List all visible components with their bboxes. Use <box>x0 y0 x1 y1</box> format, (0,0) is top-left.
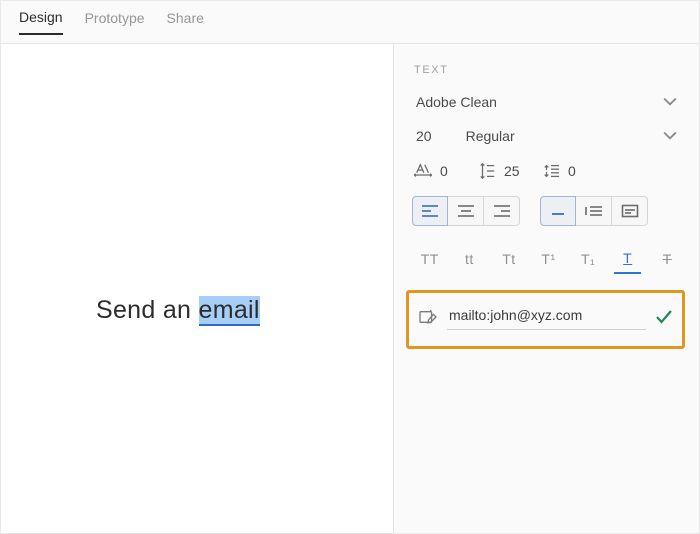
chevron-down-icon <box>663 95 677 109</box>
app-frame: Design Prototype Share Send an email TEX… <box>0 0 700 534</box>
check-icon[interactable] <box>656 310 672 324</box>
indent-button[interactable] <box>576 196 612 226</box>
top-tab-bar: Design Prototype Share <box>1 1 699 44</box>
chevron-down-icon <box>663 129 677 143</box>
spacing-row: 0 25 0 <box>408 158 687 196</box>
align-left-icon <box>421 204 439 218</box>
text-options-group <box>540 196 648 226</box>
line-height-icon <box>478 162 496 180</box>
paragraph-spacing-field[interactable]: 0 <box>542 162 590 180</box>
letter-spacing-field[interactable]: 0 <box>414 162 462 180</box>
tab-design[interactable]: Design <box>19 9 63 35</box>
line-height-value: 25 <box>504 163 526 179</box>
indent-icon <box>585 204 603 218</box>
tab-prototype[interactable]: Prototype <box>85 10 145 34</box>
paragraph-spacing-value: 0 <box>568 163 590 179</box>
inspector-sidebar: TEXT Adobe Clean 20 Regular 0 <box>393 44 699 533</box>
uppercase-button[interactable]: TT <box>416 245 444 273</box>
underline-button[interactable]: T <box>614 244 642 274</box>
strikethrough-button[interactable]: T <box>653 245 681 273</box>
frame-icon <box>621 204 639 218</box>
hyperlink-input[interactable] <box>447 303 646 330</box>
alignment-row <box>408 196 687 240</box>
paragraph-spacing-icon <box>542 162 560 180</box>
lowercase-button[interactable]: tt <box>456 245 484 273</box>
canvas-text-prefix: Send an <box>96 296 199 324</box>
align-center-button[interactable] <box>448 196 484 226</box>
align-right-button[interactable] <box>484 196 520 226</box>
text-align-group <box>412 196 520 226</box>
underline-style-icon <box>549 204 567 218</box>
section-label-text: TEXT <box>408 56 687 90</box>
tab-share[interactable]: Share <box>167 10 204 34</box>
body: Send an email TEXT Adobe Clean 20 Regula… <box>1 44 699 533</box>
font-weight-value: Regular <box>466 128 515 144</box>
subscript-button[interactable]: T₁ <box>574 245 602 273</box>
underline-style-button[interactable] <box>540 196 576 226</box>
hyperlink-edit-icon[interactable] <box>419 309 437 325</box>
letter-spacing-value: 0 <box>440 163 462 179</box>
hyperlink-highlight-box <box>406 290 685 349</box>
letter-spacing-icon <box>414 162 432 180</box>
canvas[interactable]: Send an email <box>1 44 393 533</box>
hyperlink-field-row <box>419 303 672 330</box>
font-family-value: Adobe Clean <box>416 94 497 110</box>
canvas-text-element[interactable]: Send an email <box>96 296 260 325</box>
font-family-row[interactable]: Adobe Clean <box>408 90 687 122</box>
align-right-icon <box>493 204 511 218</box>
titlecase-button[interactable]: Tt <box>495 245 523 273</box>
line-height-field[interactable]: 25 <box>478 162 526 180</box>
align-left-button[interactable] <box>412 196 448 226</box>
font-size-weight-row: 20 Regular <box>408 122 687 158</box>
canvas-text-selected[interactable]: email <box>199 296 260 326</box>
text-transform-row: TT tt Tt T¹ T₁ T T <box>408 240 687 290</box>
font-size-value[interactable]: 20 <box>416 128 432 144</box>
align-center-icon <box>457 204 475 218</box>
frame-button[interactable] <box>612 196 648 226</box>
superscript-button[interactable]: T¹ <box>535 245 563 273</box>
font-weight-select[interactable]: Regular <box>466 128 677 144</box>
